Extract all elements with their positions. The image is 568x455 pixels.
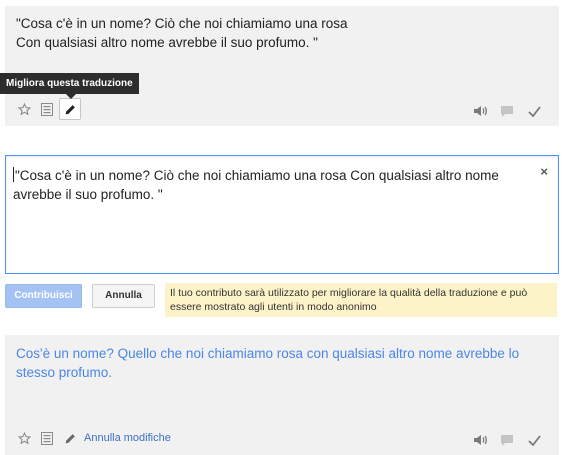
source-text-line-2: Con qualsiasi altro nome avrebbe il suo …	[16, 35, 318, 50]
undo-changes-link[interactable]: Annulla modifiche	[84, 432, 171, 444]
checkmark-icon[interactable]	[523, 100, 545, 122]
text-caret	[13, 167, 14, 182]
pencil-icon[interactable]	[59, 427, 81, 449]
contribute-button[interactable]: Contribuisci	[5, 284, 82, 308]
edit-text-value: "Cosa c'è in un nome? Ciò che noi chiami…	[13, 168, 499, 202]
list-icon[interactable]	[36, 427, 58, 449]
source-toolbar-left	[13, 98, 82, 120]
result-toolbar-right	[464, 429, 545, 451]
cancel-button[interactable]: Annulla	[92, 284, 155, 308]
translation-result-panel: Cos'è un nome? Quello che noi chiamiamo …	[5, 335, 559, 455]
source-text: "Cosa c'è in un nome? Ciò che noi chiami…	[16, 14, 546, 52]
source-text-panel: "Cosa c'è in un nome? Ciò che noi chiami…	[5, 6, 559, 126]
comment-icon[interactable]	[496, 429, 518, 451]
star-icon[interactable]	[13, 98, 35, 120]
checkmark-icon[interactable]	[523, 429, 545, 451]
source-toolbar-right	[464, 100, 545, 122]
close-icon[interactable]: ×	[540, 164, 548, 179]
star-icon[interactable]	[13, 427, 35, 449]
result-toolbar-left: Annulla modifiche	[13, 427, 171, 449]
comment-icon[interactable]	[496, 100, 518, 122]
tooltip-arrow	[66, 94, 76, 99]
list-icon[interactable]	[36, 98, 58, 120]
contribution-notice: Il tuo contributo sarà utilizzato per mi…	[165, 283, 557, 317]
pencil-icon[interactable]	[59, 98, 81, 120]
speaker-icon[interactable]	[469, 100, 491, 122]
speaker-icon[interactable]	[469, 429, 491, 451]
translation-text: Cos'è un nome? Quello che noi chiamiamo …	[16, 346, 520, 380]
tooltip: Migliora questa traduzione	[0, 73, 139, 94]
source-text-line-1: "Cosa c'è in un nome? Ciò che noi chiami…	[16, 16, 348, 31]
edit-text[interactable]: "Cosa c'è in un nome? Ciò che noi chiami…	[13, 166, 513, 204]
translation-edit-field[interactable]: "Cosa c'è in un nome? Ciò che noi chiami…	[5, 155, 559, 274]
